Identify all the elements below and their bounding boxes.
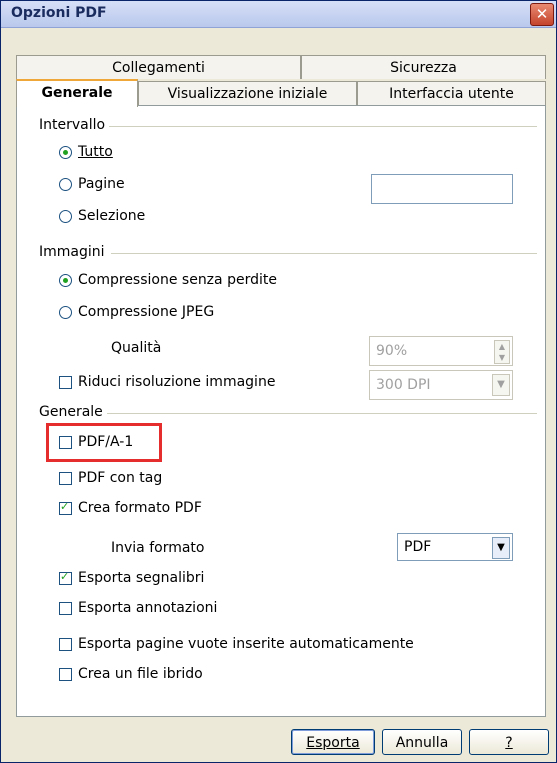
qualita-label: Qualità [111, 340, 162, 356]
invia-formato-label: Invia formato [111, 540, 205, 556]
radio-selezione[interactable]: Selezione [59, 208, 145, 224]
group-divider [107, 413, 537, 414]
immagini-group-label: Immagini [39, 244, 109, 260]
window-title: Opzioni PDF [11, 5, 107, 21]
group-divider [111, 253, 537, 254]
check-esporta-segnalibri[interactable]: Esporta segnalibri [59, 570, 204, 586]
chevron-down-icon[interactable]: ▼ [492, 537, 510, 559]
spin-arrows-icon[interactable]: ▲ ▼ [494, 340, 510, 364]
qualita-spinbox[interactable]: 90% ▲ ▼ [369, 336, 513, 366]
check-pdf-con-tag[interactable]: PDF con tag [59, 470, 162, 486]
check-crea-formato-pdf[interactable]: Crea formato PDF [59, 500, 202, 516]
tab-sicurezza[interactable]: Sicurezza [301, 55, 546, 79]
esporta-button[interactable]: Esporta [291, 729, 375, 755]
intervallo-group-label: Intervallo [39, 117, 110, 133]
pagine-input[interactable] [371, 174, 513, 204]
help-button[interactable]: ? [469, 729, 549, 755]
pdfa-highlight-box [46, 423, 162, 462]
check-esporta-annotazioni[interactable]: Esporta annotazioni [59, 600, 217, 616]
close-button[interactable]: ✕ [530, 3, 554, 26]
tab-panel-generale: Intervallo Tutto Pagine Selezione Immagi… [16, 105, 546, 717]
group-divider [107, 126, 537, 127]
tab-interfaccia-utente[interactable]: Interfaccia utente [357, 81, 546, 105]
radio-tutto[interactable]: Tutto [59, 144, 113, 160]
chevron-down-icon[interactable]: ▼ [492, 374, 510, 396]
close-icon: ✕ [535, 5, 549, 23]
title-bar[interactable]: Opzioni PDF ✕ [1, 1, 556, 28]
radio-compressione-senza-perdite[interactable]: Compressione senza perdite [59, 272, 277, 288]
annulla-button[interactable]: Annulla [382, 729, 462, 755]
invia-formato-select[interactable]: PDF ▼ [397, 533, 513, 561]
generale-group-label: Generale [39, 404, 107, 420]
dpi-select[interactable]: 300 DPI ▼ [369, 370, 513, 400]
radio-pagine[interactable]: Pagine [59, 176, 125, 192]
radio-compressione-jpeg[interactable]: Compressione JPEG [59, 304, 214, 320]
check-crea-file-ibrido[interactable]: Crea un file ibrido [59, 666, 203, 682]
tab-generale[interactable]: Generale [16, 79, 138, 107]
pdf-options-dialog: Opzioni PDF ✕ Collegamenti Sicurezza Gen… [0, 0, 557, 763]
tab-visualizzazione-iniziale[interactable]: Visualizzazione iniziale [138, 81, 357, 105]
check-riduci-risoluzione[interactable]: Riduci risoluzione immagine [59, 374, 275, 390]
tab-collegamenti[interactable]: Collegamenti [16, 55, 301, 79]
check-esporta-pagine-vuote[interactable]: Esporta pagine vuote inserite automatica… [59, 636, 414, 652]
